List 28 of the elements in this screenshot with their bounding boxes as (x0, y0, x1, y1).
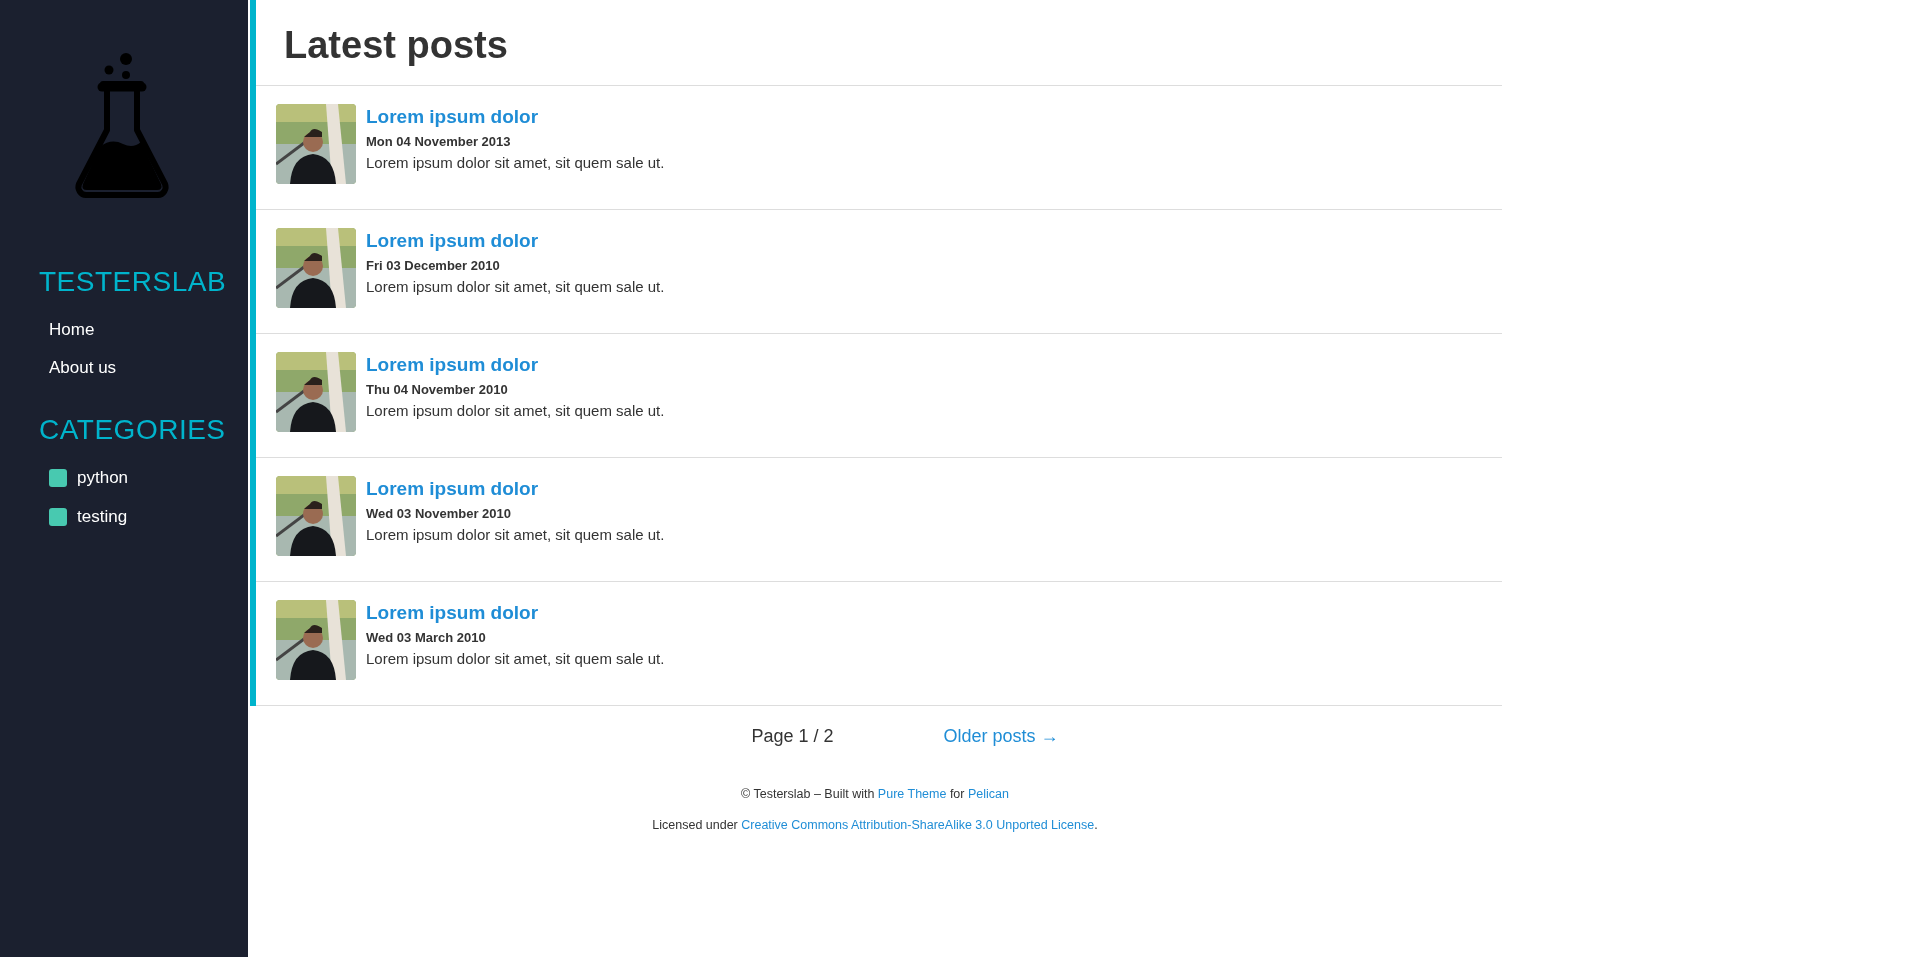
post-summary: Lorem ipsum dolor sit amet, sit quem sale ut. (366, 526, 665, 543)
older-posts-link[interactable]: Older posts → (943, 726, 1059, 747)
footer-text: © Testerslab – Built with Pure Theme for Pelican (741, 787, 1009, 801)
post-title-link[interactable]: Lorem ipsum dolor (366, 106, 539, 128)
post-summary: Lorem ipsum dolor sit amet, sit quem sale ut. (366, 278, 665, 295)
post-title-link[interactable]: Lorem ipsum dolor (366, 478, 539, 500)
post-summary: Lorem ipsum dolor sit amet, sit quem sale ut. (366, 154, 665, 171)
post-title-link[interactable]: Lorem ipsum dolor (366, 602, 539, 624)
page-indicator: Page 1 / 2 (751, 726, 834, 747)
category-link[interactable]: python (49, 468, 129, 488)
nav-link[interactable]: Home (49, 320, 95, 340)
footer-link[interactable]: Pelican (967, 787, 1009, 801)
site-brand: TESTERSLAB (39, 266, 227, 298)
footer-text: Licensed under Creative Commons Attribution-ShareAlike 3.0 Unported License. (652, 818, 1098, 832)
category-link[interactable]: testing (49, 507, 128, 527)
post-date: Thu 04 November 2010 (366, 382, 508, 397)
page-title: Latest posts (284, 24, 509, 67)
post-date: Wed 03 November 2010 (366, 506, 511, 521)
post-summary: Lorem ipsum dolor sit amet, sit quem sale ut. (366, 402, 665, 419)
post-date: Mon 04 November 2013 (366, 134, 511, 149)
footer-link[interactable]: Pure Theme (877, 787, 947, 801)
post-title-link[interactable]: Lorem ipsum dolor (366, 354, 539, 376)
post-title-link[interactable]: Lorem ipsum dolor (366, 230, 539, 252)
post-date: Wed 03 March 2010 (366, 630, 486, 645)
post-date: Fri 03 December 2010 (366, 258, 500, 273)
nav-link[interactable]: About us (49, 358, 117, 378)
categories-heading: CATEGORIES (39, 414, 226, 446)
post-summary: Lorem ipsum dolor sit amet, sit quem sale ut. (366, 650, 665, 667)
